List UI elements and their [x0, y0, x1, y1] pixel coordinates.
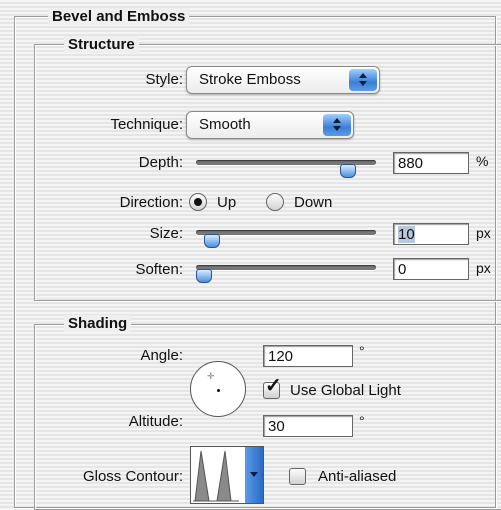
angle-unit: ° [359, 343, 365, 359]
gloss-contour-label: Gloss Contour: [82, 468, 183, 485]
soften-slider-thumb[interactable] [196, 269, 212, 283]
use-global-light-label[interactable]: Use Global Light [290, 382, 401, 399]
anti-aliased-checkbox[interactable] [289, 468, 306, 485]
altitude-unit: ° [359, 413, 365, 429]
altitude-label: Altitude: [128, 413, 183, 430]
style-select[interactable]: Stroke Emboss [186, 66, 380, 94]
updown-arrows-icon [323, 114, 351, 136]
style-label: Style: [145, 71, 183, 88]
gloss-contour-preview [193, 450, 239, 502]
bevel-emboss-title: Bevel and Emboss [48, 8, 190, 25]
depth-label: Depth: [138, 154, 183, 171]
shading-legend: Shading [64, 315, 132, 332]
style-select-value: Stroke Emboss [199, 71, 301, 88]
size-label: Size: [149, 225, 183, 242]
updown-arrows-icon [349, 69, 377, 91]
technique-select[interactable]: Smooth [186, 111, 354, 139]
technique-select-value: Smooth [199, 116, 251, 133]
angle-label: Angle: [140, 347, 183, 364]
direction-up-label[interactable]: Up [217, 194, 236, 211]
soften-slider-track[interactable] [196, 265, 376, 270]
direction-up-radio[interactable] [189, 193, 207, 211]
direction-label: Direction: [119, 194, 183, 211]
dial-center-dot [217, 389, 220, 392]
anti-aliased-label[interactable]: Anti-aliased [318, 468, 396, 485]
soften-unit: px [476, 260, 491, 276]
size-slider-track[interactable] [196, 230, 376, 235]
gloss-contour-picker[interactable] [190, 446, 264, 504]
light-crosshair-icon: ✛ [207, 371, 215, 381]
size-unit: px [476, 225, 491, 241]
use-global-light-checkbox[interactable]: ✓ [263, 376, 282, 399]
checkmark-icon: ✓ [265, 375, 282, 397]
direction-down-radio[interactable] [266, 193, 284, 211]
soften-label: Soften: [135, 261, 183, 278]
altitude-input[interactable]: 30 [263, 415, 353, 437]
technique-label: Technique: [110, 116, 183, 133]
angle-input[interactable]: 120 [263, 345, 353, 367]
size-input[interactable]: 10 [393, 223, 469, 245]
chevron-down-icon[interactable] [245, 447, 263, 503]
soften-input[interactable]: 0 [393, 258, 469, 280]
size-slider-thumb[interactable] [204, 234, 221, 248]
direction-down-label[interactable]: Down [294, 194, 332, 211]
angle-dial[interactable]: ✛ [190, 361, 246, 417]
structure-legend: Structure [64, 36, 139, 53]
depth-unit: % [476, 153, 489, 169]
depth-slider-thumb[interactable] [340, 164, 357, 178]
size-input-value: 10 [398, 226, 415, 243]
depth-input[interactable]: 880 [393, 152, 469, 174]
